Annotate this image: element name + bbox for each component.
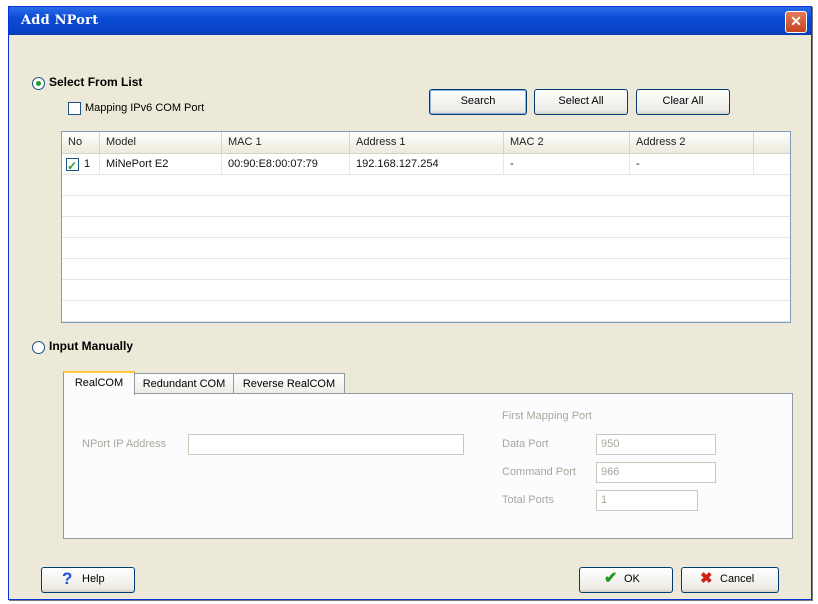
- empty-row: [62, 217, 790, 238]
- ok-label: OK: [624, 573, 640, 585]
- empty-row: [62, 238, 790, 259]
- nport-ip-label: NPort IP Address: [82, 438, 167, 450]
- column-header-address2[interactable]: Address 2: [630, 132, 754, 153]
- empty-row: [62, 301, 790, 322]
- tab-redundant-com[interactable]: Redundant COM: [133, 373, 235, 394]
- input-manually-radio[interactable]: [32, 341, 45, 354]
- nport-ip-input[interactable]: [188, 434, 464, 455]
- check-icon: ✔: [604, 570, 618, 587]
- total-ports-label: Total Ports: [502, 494, 554, 506]
- column-header-model[interactable]: Model: [100, 132, 222, 153]
- row-address2: -: [630, 154, 754, 174]
- close-button[interactable]: ✕: [785, 11, 807, 33]
- row-address1: 192.168.127.254: [350, 154, 504, 174]
- row-select-checkbox[interactable]: [66, 156, 79, 176]
- column-header-mac2[interactable]: MAC 2: [504, 132, 630, 153]
- help-button[interactable]: ? Help: [41, 567, 135, 593]
- select-from-list-label[interactable]: Select From List: [49, 75, 142, 89]
- column-header-mac1[interactable]: MAC 1: [222, 132, 350, 153]
- row-mac1: 00:90:E8:00:07:79: [222, 154, 350, 174]
- command-port-label: Command Port: [502, 466, 576, 478]
- empty-row: [62, 259, 790, 280]
- tab-realcom[interactable]: RealCOM: [63, 371, 135, 395]
- tab-reverse-realcom[interactable]: Reverse RealCOM: [233, 373, 345, 394]
- table-row[interactable]: 1 MiNePort E2 00:90:E8:00:07:79 192.168.…: [62, 154, 790, 176]
- empty-row: [62, 280, 790, 301]
- total-ports-input[interactable]: 1: [596, 490, 698, 511]
- data-port-label: Data Port: [502, 438, 549, 450]
- row-mac2: -: [504, 154, 630, 174]
- device-list-header: No Model MAC 1 Address 1 MAC 2 Address 2: [62, 132, 790, 154]
- select-all-button[interactable]: Select All: [534, 89, 628, 115]
- ok-button[interactable]: ✔ OK: [579, 567, 673, 593]
- cancel-button[interactable]: ✖ Cancel: [681, 567, 779, 593]
- column-header-no[interactable]: No: [62, 132, 100, 153]
- add-nport-dialog: Add NPort ✕ Select From List Mapping IPv…: [8, 6, 812, 600]
- select-from-list-radio[interactable]: [32, 77, 45, 90]
- mapping-ipv6-checkbox[interactable]: [68, 102, 81, 115]
- search-button[interactable]: Search: [429, 89, 527, 115]
- empty-row: [62, 175, 790, 196]
- clear-all-button[interactable]: Clear All: [636, 89, 730, 115]
- x-icon: ✖: [700, 570, 713, 587]
- first-mapping-port-label: First Mapping Port: [502, 410, 592, 422]
- help-label: Help: [82, 573, 105, 585]
- row-model: MiNePort E2: [100, 154, 222, 174]
- empty-row: [62, 196, 790, 217]
- question-icon: ?: [62, 569, 73, 588]
- command-port-input[interactable]: 966: [596, 462, 716, 483]
- realcom-tab-panel: NPort IP Address First Mapping Port Data…: [63, 393, 793, 539]
- row-no: 1: [84, 158, 91, 170]
- device-list[interactable]: No Model MAC 1 Address 1 MAC 2 Address 2…: [61, 131, 791, 323]
- window-title: Add NPort: [21, 13, 99, 28]
- column-header-address1[interactable]: Address 1: [350, 132, 504, 153]
- title-bar[interactable]: Add NPort ✕: [9, 7, 811, 35]
- data-port-input[interactable]: 950: [596, 434, 716, 455]
- input-manually-label[interactable]: Input Manually: [49, 339, 133, 353]
- mapping-ipv6-label[interactable]: Mapping IPv6 COM Port: [85, 102, 204, 114]
- cancel-label: Cancel: [720, 573, 755, 585]
- row-no-cell: 1: [62, 154, 100, 176]
